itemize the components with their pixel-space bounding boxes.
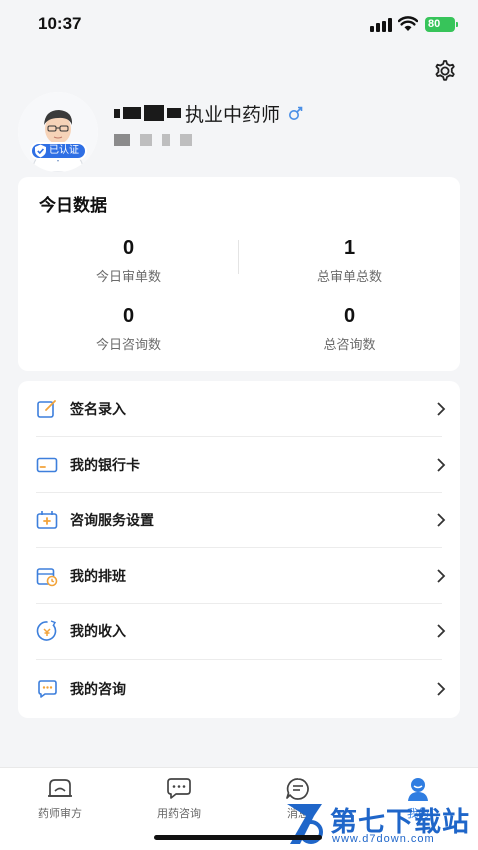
tab-label: 用药咨询 — [157, 807, 201, 820]
watermark-url: www.d7down.com — [332, 833, 435, 845]
tab-medication-consult[interactable]: 用药咨询 — [129, 776, 229, 821]
menu-label: 我的银行卡 — [70, 457, 140, 474]
chevron-right-icon — [437, 402, 446, 416]
battery-level: 80 — [428, 18, 441, 30]
bank-card-icon — [36, 457, 58, 473]
menu-card: 签名录入 我的银行卡 咨询服务设置 我的排班 我的收入 我的咨询 — [18, 381, 460, 718]
verified-label: 已认证 — [49, 145, 79, 156]
schedule-icon — [36, 568, 58, 587]
stat-label: 总咨询数 — [323, 338, 376, 353]
stat-value: 0 — [122, 237, 135, 259]
menu-divider — [36, 659, 442, 660]
battery-indicator: 80 — [425, 17, 458, 32]
stat-total-consults[interactable]: 0 总咨询数 — [239, 305, 460, 353]
menu-label: 咨询服务设置 — [70, 512, 154, 529]
menu-item-signature[interactable]: 签名录入 — [18, 381, 460, 436]
income-icon — [36, 620, 57, 641]
menu-item-consultation[interactable]: 我的咨询 — [18, 661, 460, 716]
chevron-right-icon — [437, 682, 446, 696]
stat-label: 今日咨询数 — [95, 338, 161, 353]
status-bar: 10:37 80 — [0, 0, 478, 48]
tab-pharmacist-review[interactable]: 药师审方 — [10, 776, 110, 821]
menu-item-bank-card[interactable]: 我的银行卡 — [18, 437, 460, 492]
review-tab-icon — [48, 779, 72, 797]
chevron-right-icon — [437, 513, 446, 527]
menu-item-schedule[interactable]: 我的排班 — [18, 548, 460, 603]
stat-today-reviews[interactable]: 0 今日审单数 — [18, 237, 239, 285]
redacted-name — [114, 105, 181, 121]
stat-total-reviews[interactable]: 1 总审单总数 — [239, 237, 460, 285]
stat-today-consults[interactable]: 0 今日咨询数 — [18, 305, 239, 353]
wifi-icon — [398, 16, 418, 31]
home-indicator — [154, 835, 322, 840]
menu-label: 我的排班 — [70, 568, 126, 585]
status-time: 10:37 — [38, 14, 82, 33]
menu-label: 我的咨询 — [70, 681, 126, 698]
consult-settings-icon — [36, 511, 58, 529]
tab-label: 药师审方 — [38, 807, 82, 820]
chevron-right-icon — [437, 458, 446, 472]
settings-gear-icon[interactable] — [430, 56, 460, 86]
today-data-card: 今日数据 0 今日审单数 1 总审单总数 0 今日咨询数 0 总咨询数 — [18, 177, 460, 371]
chat-bubbles-icon — [167, 778, 191, 799]
verified-badge: 已认证 — [30, 142, 87, 160]
menu-item-consult-settings[interactable]: 咨询服务设置 — [18, 492, 460, 547]
avatar[interactable] — [18, 92, 98, 172]
stat-value: 0 — [122, 305, 135, 327]
chevron-right-icon — [437, 624, 446, 638]
profile-title: 执业中药师 — [185, 103, 281, 126]
stat-value: 1 — [343, 237, 356, 259]
male-gender-icon — [289, 106, 303, 120]
redacted-subtitle — [114, 134, 192, 146]
stat-value: 0 — [343, 305, 356, 327]
profile-name-row: 执业中药师 — [114, 100, 303, 126]
chevron-right-icon — [437, 569, 446, 583]
stat-label: 今日审单数 — [95, 270, 161, 285]
stat-label: 总审单总数 — [316, 270, 382, 285]
doctor-avatar-icon — [18, 92, 98, 172]
consultation-icon — [38, 680, 57, 698]
signature-icon — [37, 400, 56, 418]
menu-label: 我的收入 — [70, 623, 126, 640]
verified-check-icon — [35, 144, 46, 158]
menu-label: 签名录入 — [70, 401, 126, 418]
today-data-title: 今日数据 — [39, 196, 107, 216]
signal-icon — [370, 18, 392, 32]
site-watermark: 第七下载站 www.d7down.com — [284, 798, 474, 848]
menu-item-income[interactable]: 我的收入 — [18, 603, 460, 658]
